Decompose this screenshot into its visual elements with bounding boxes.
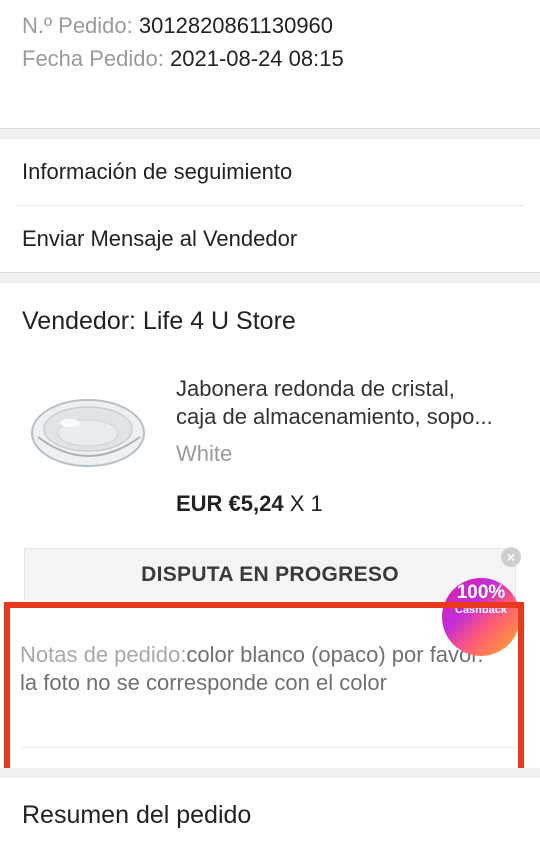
product-title-line: Jabonera redonda de cristal,: [176, 376, 455, 401]
order-number-value[interactable]: 3012820861130960: [139, 13, 333, 38]
product-title-line: caja de almacenamiento, sopo...: [176, 404, 493, 429]
message-seller-item[interactable]: Enviar Mensaje al Vendedor: [0, 206, 540, 272]
product-title[interactable]: Jabonera redonda de cristal, caja de alm…: [176, 375, 526, 431]
soap-dish-image[interactable]: [30, 383, 150, 483]
tracking-info-label: Información de seguimiento: [22, 159, 293, 184]
order-date-label: Fecha Pedido:: [22, 46, 164, 71]
order-summary-label: Resumen del pedido: [22, 801, 252, 829]
order-number-row: N.º Pedido: 3012820861130960: [22, 12, 333, 40]
highlight-box: [4, 602, 524, 776]
message-seller-label: Enviar Mensaje al Vendedor: [22, 226, 298, 251]
section-divider: [0, 128, 540, 139]
order-date-value: 2021-08-24 08:15: [170, 46, 344, 71]
product-price: EUR €5,24: [176, 491, 284, 516]
cashback-percent: 100%: [456, 582, 506, 603]
section-divider: [0, 272, 540, 283]
order-info-section: N.º Pedido: 3012820861130960 Fecha Pedid…: [0, 0, 540, 128]
seller-name[interactable]: Vendedor: Life 4 U Store: [22, 306, 296, 336]
order-number-label: N.º Pedido:: [22, 13, 133, 38]
product-variant: White: [176, 441, 233, 466]
product-price-row: EUR €5,24 X 1: [176, 490, 323, 518]
order-date-row: Fecha Pedido: 2021-08-24 08:15: [22, 45, 344, 73]
section-divider: [0, 768, 540, 778]
close-icon[interactable]: ×: [501, 547, 521, 567]
product-quantity: X 1: [289, 491, 323, 516]
tracking-info-item[interactable]: Información de seguimiento: [0, 139, 540, 205]
order-summary-item[interactable]: Resumen del pedido: [0, 778, 540, 851]
